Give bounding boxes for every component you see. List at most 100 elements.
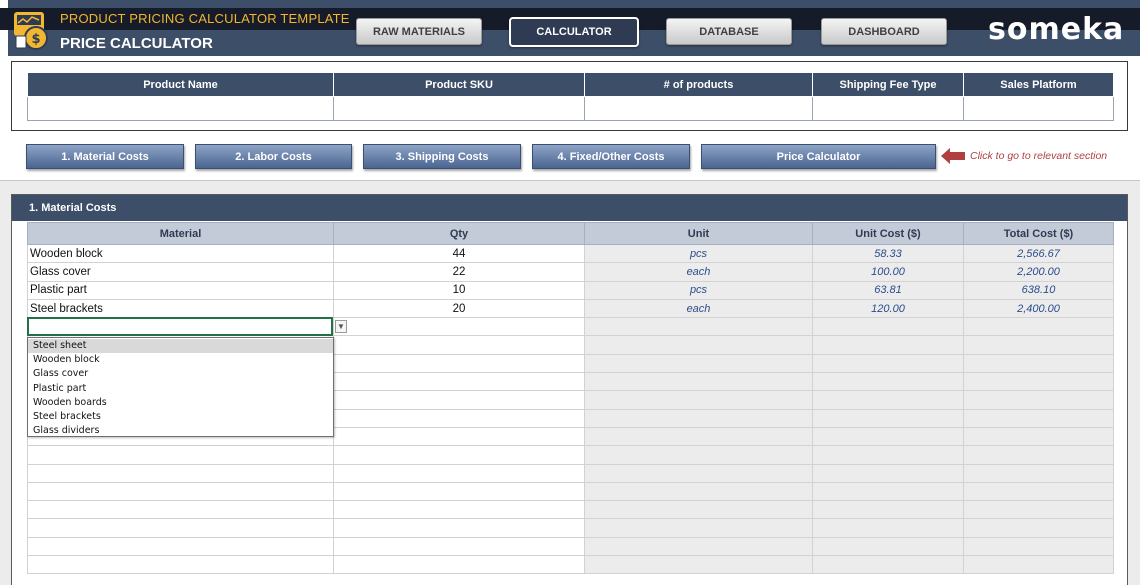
material-cell[interactable]: Plastic part [27,280,334,300]
dropdown-option[interactable]: Wooden boards [28,396,333,410]
col-product-sku: Product SKU [333,72,585,97]
material-cell[interactable]: Steel brackets [27,298,334,319]
col-unit-cost: Unit Cost ($) [812,222,964,245]
nav-database-button[interactable]: DATABASE [666,18,792,45]
qty-cell[interactable]: 44 [333,243,585,264]
dropdown-option[interactable]: Plastic part [28,382,333,396]
brand-logo[interactable]: someka [988,12,1124,47]
unit-cost-cell [812,335,964,355]
unit-cell [584,317,813,337]
dropdown-option[interactable]: Glass cover [28,367,333,381]
unit-cell [584,463,813,483]
unit-cost-cell [812,426,964,447]
total-cost-cell [963,426,1114,447]
material-cell[interactable] [27,518,334,538]
shipping-fee-type-input[interactable] [812,96,964,121]
material-cell[interactable] [27,555,334,575]
total-cost-cell [963,500,1114,520]
qty-cell[interactable] [333,500,585,520]
dropdown-option[interactable]: Steel sheet [28,339,333,354]
dropdown-arrow-icon[interactable]: ▼ [335,320,347,333]
total-cost-cell [963,372,1114,392]
sales-platform-input[interactable] [963,96,1114,121]
qty-cell[interactable]: 22 [333,262,585,282]
nav-raw-materials-button[interactable]: RAW MATERIALS [356,18,482,45]
col-total-cost: Total Cost ($) [963,222,1114,245]
dropdown-option[interactable]: Steel brackets [28,410,333,424]
total-cost-cell [963,481,1114,502]
nav-calculator-button[interactable]: CALCULATOR [509,17,639,47]
qty-cell[interactable] [333,390,585,410]
qty-cell[interactable] [333,518,585,538]
unit-cell [584,390,813,410]
table-row [27,500,1114,520]
unit-cell: each [584,298,813,319]
qty-cell[interactable] [333,463,585,483]
unit-cell: pcs [584,243,813,264]
qty-cell[interactable] [333,536,585,557]
unit-cost-cell [812,445,964,465]
total-cost-cell: 2,566.67 [963,243,1114,264]
unit-cell [584,353,813,374]
unit-cost-cell [812,317,964,337]
unit-cell [584,500,813,520]
qty-cell[interactable] [333,555,585,575]
material-costs-button[interactable]: 1. Material Costs [26,144,184,169]
material-cell[interactable]: Wooden block [27,243,334,264]
total-cost-cell: 2,200.00 [963,262,1114,282]
labor-costs-button[interactable]: 2. Labor Costs [195,144,352,169]
qty-cell[interactable] [333,372,585,392]
unit-cell [584,518,813,538]
shipping-costs-button[interactable]: 3. Shipping Costs [363,144,521,169]
page-title: PRICE CALCULATOR [60,35,213,52]
material-cell[interactable] [27,500,334,520]
col-product-name: Product Name [27,72,334,97]
nav-dashboard-button[interactable]: DASHBOARD [821,18,947,45]
material-cell[interactable] [27,445,334,465]
unit-cost-cell [812,353,964,374]
material-cell[interactable] [27,463,334,483]
price-calculator-button[interactable]: Price Calculator [701,144,936,169]
unit-cost-cell [812,390,964,410]
unit-cell [584,372,813,392]
table-row [27,518,1114,538]
qty-cell[interactable]: 20 [333,298,585,319]
unit-cost-cell: 63.81 [812,280,964,300]
col-unit: Unit [584,222,813,245]
material-cell[interactable]: Glass cover [27,262,334,282]
material-cell[interactable] [27,481,334,502]
total-cost-cell [963,317,1114,337]
total-cost-cell [963,390,1114,410]
material-cell[interactable] [27,536,334,557]
calculator-logo-icon: $ [14,12,48,50]
qty-cell[interactable] [333,408,585,428]
unit-cell [584,408,813,428]
qty-cell[interactable] [333,445,585,465]
dropdown-option[interactable]: Glass dividers [28,424,333,438]
unit-cell [584,481,813,502]
qty-cell[interactable] [333,317,585,337]
total-cost-cell [963,353,1114,374]
table-row: Plastic part 10 pcs 63.81 638.10 [27,280,1114,300]
qty-cell[interactable] [333,353,585,374]
table-row: Glass cover 22 each 100.00 2,200.00 [27,262,1114,282]
table-row [27,445,1114,465]
unit-cost-cell [812,463,964,483]
product-sku-input[interactable] [333,96,585,121]
unit-cell [584,536,813,557]
total-cost-cell [963,463,1114,483]
num-products-input[interactable] [584,96,813,121]
material-dropdown-cell[interactable] [27,317,333,336]
product-name-input[interactable] [27,96,334,121]
unit-cost-cell [812,408,964,428]
qty-cell[interactable]: 10 [333,280,585,300]
qty-cell[interactable] [333,481,585,502]
qty-cell[interactable] [333,335,585,355]
table-row [27,463,1114,483]
dropdown-option[interactable]: Wooden block [28,353,333,367]
fixed-other-costs-button[interactable]: 4. Fixed/Other Costs [532,144,690,169]
unit-cost-cell [812,536,964,557]
unit-cell: pcs [584,280,813,300]
unit-cell: each [584,262,813,282]
qty-cell[interactable] [333,426,585,447]
